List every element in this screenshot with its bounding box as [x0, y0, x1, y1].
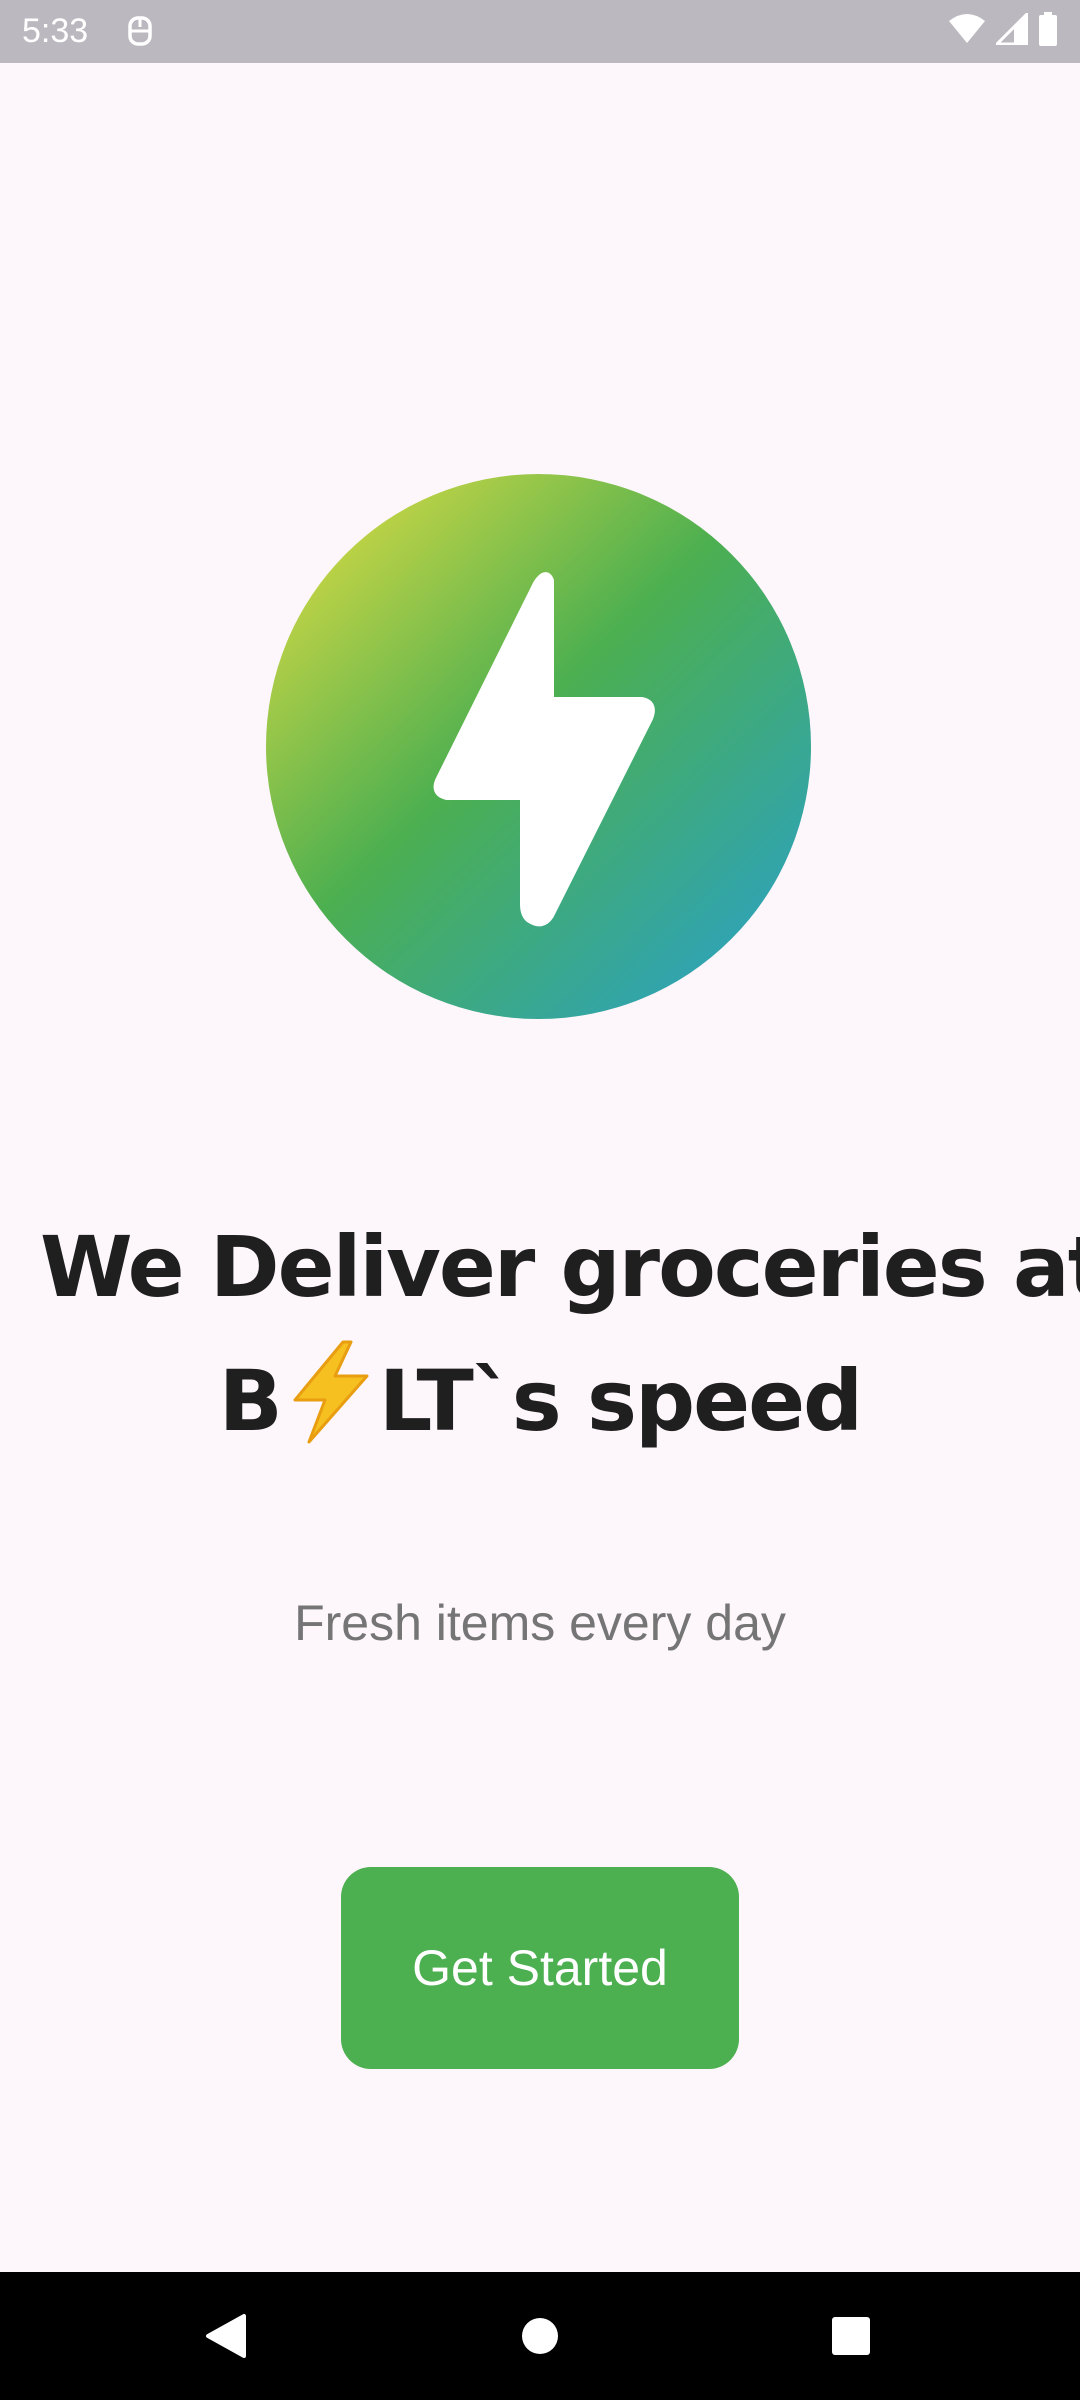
bolt-emoji-icon	[285, 1340, 375, 1444]
headline: We Deliver groceries at B LT`s speed	[40, 1200, 1080, 1468]
wifi-icon	[948, 13, 986, 50]
headline-prefix: B	[218, 1352, 283, 1450]
home-icon[interactable]	[506, 2302, 574, 2370]
get-started-button[interactable]: Get Started	[341, 1867, 739, 2069]
notification-app-icon	[126, 14, 154, 48]
battery-icon	[1038, 11, 1058, 51]
status-icons	[948, 9, 1058, 51]
app-logo	[266, 474, 811, 1019]
headline-suffix: LT`s speed	[378, 1352, 863, 1450]
navigation-bar	[0, 2272, 1080, 2400]
subtitle: Fresh items every day	[294, 1595, 786, 1651]
headline-line-1: We Deliver groceries at	[40, 1218, 1080, 1316]
headline-line-2: B LT`s speed	[40, 1334, 1040, 1468]
status-time: 5:33	[22, 12, 89, 50]
back-icon[interactable]	[192, 2302, 260, 2370]
signal-icon	[993, 9, 1029, 50]
status-bar: 5:33	[0, 0, 1080, 63]
recents-icon[interactable]	[817, 2302, 885, 2370]
